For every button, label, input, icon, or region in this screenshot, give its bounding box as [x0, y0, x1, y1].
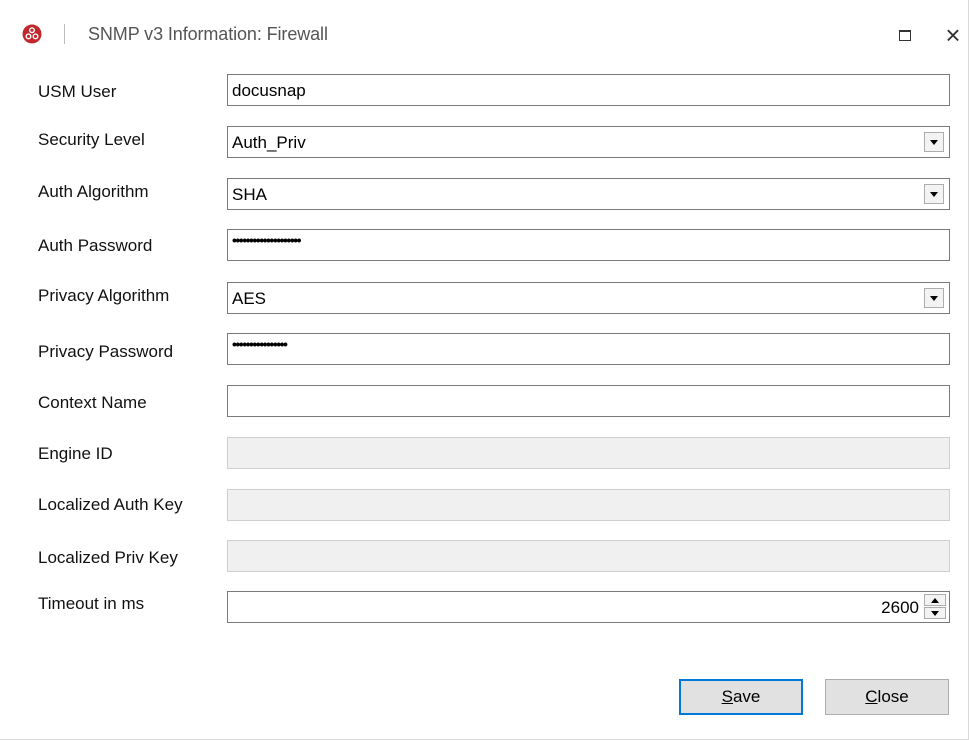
security-level-dropdown[interactable]: Auth_Priv — [227, 126, 950, 158]
privacy-password-value: •••••••••••••••• — [232, 336, 288, 352]
auth-password-label: Auth Password — [38, 236, 153, 255]
localized-auth-key-input — [227, 489, 950, 521]
save-button[interactable]: Save — [679, 679, 803, 715]
timeout-stepper[interactable]: 2600 — [227, 591, 950, 623]
app-logo-icon — [22, 24, 42, 44]
timeout-label: Timeout in ms — [38, 594, 145, 613]
chevron-down-icon[interactable] — [924, 184, 944, 204]
localized-priv-key-input — [227, 540, 950, 572]
auth-password-value: •••••••••••••••••••• — [232, 232, 302, 248]
chevron-down-icon[interactable] — [924, 288, 944, 308]
close-mnemonic: C — [865, 687, 878, 706]
auth-password-input[interactable]: •••••••••••••••••••• — [227, 229, 950, 261]
close-window-button[interactable]: × — [940, 22, 966, 48]
security-level-value: Auth_Priv — [232, 133, 306, 152]
auth-algorithm-label: Auth Algorithm — [38, 182, 149, 201]
context-name-input[interactable] — [227, 385, 950, 417]
title-separator — [64, 24, 65, 44]
security-level-label: Security Level — [38, 130, 145, 149]
maximize-icon — [899, 30, 911, 41]
privacy-algorithm-label: Privacy Algorithm — [38, 286, 170, 305]
auth-algorithm-dropdown[interactable]: SHA — [227, 178, 950, 210]
stepper-up-icon[interactable] — [924, 594, 946, 606]
privacy-password-input[interactable]: •••••••••••••••• — [227, 333, 950, 365]
auth-algorithm-value: SHA — [232, 185, 267, 204]
localized-priv-key-label: Localized Priv Key — [38, 548, 178, 567]
dialog-window: SNMP v3 Information: Firewall × USM User… — [0, 0, 969, 740]
save-label-rest: ave — [732, 687, 761, 706]
chevron-down-icon[interactable] — [924, 132, 944, 152]
title-bar[interactable]: SNMP v3 Information: Firewall × — [0, 0, 968, 64]
save-mnemonic: S — [721, 687, 733, 706]
usm-user-input[interactable]: docusnap — [227, 74, 950, 106]
stepper-down-icon[interactable] — [924, 607, 946, 619]
engine-id-label: Engine ID — [38, 444, 113, 463]
usm-user-label: USM User — [38, 82, 117, 101]
localized-auth-key-label: Localized Auth Key — [38, 495, 183, 514]
maximize-button[interactable] — [894, 26, 918, 46]
context-name-label: Context Name — [38, 393, 147, 412]
window-title: SNMP v3 Information: Firewall — [88, 24, 328, 44]
privacy-algorithm-dropdown[interactable]: AES — [227, 282, 950, 314]
privacy-algorithm-value: AES — [232, 289, 267, 308]
close-label-rest: lose — [877, 687, 909, 706]
stepper-control — [924, 594, 946, 620]
close-icon: × — [945, 20, 961, 50]
engine-id-input — [227, 437, 950, 469]
timeout-value: 2600 — [881, 598, 919, 617]
privacy-password-label: Privacy Password — [38, 342, 174, 361]
close-button[interactable]: Close — [825, 679, 949, 715]
usm-user-value: docusnap — [232, 81, 306, 100]
